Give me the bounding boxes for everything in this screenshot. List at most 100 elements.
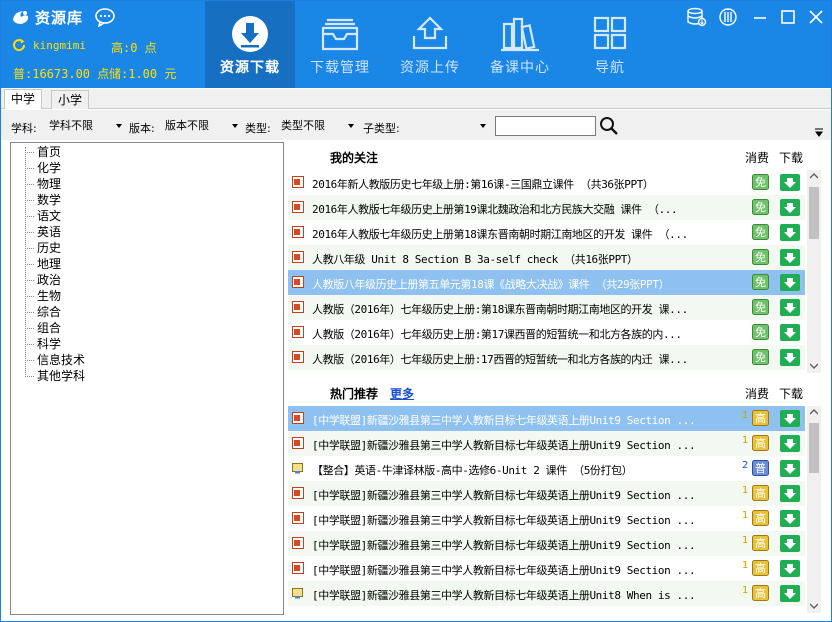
list-item[interactable]: 【整合】英语-牛津译林版-高中-选修6-Unit 2 课件 （5份打包） 2 普 <box>288 456 805 481</box>
hot-scrollbar[interactable] <box>807 406 821 613</box>
tab-navigation[interactable]: 导航 <box>565 1 655 88</box>
list-item[interactable]: 人教八年级 Unit 8 Section B 3a-self check （共1… <box>288 245 805 270</box>
svg-text:免: 免 <box>755 275 766 289</box>
resource-title[interactable]: 人教八年级 Unit 8 Section B 3a-self check （共1… <box>312 251 740 267</box>
tree-item[interactable]: 科学 <box>25 336 61 352</box>
download-button[interactable] <box>780 324 800 341</box>
version-select[interactable]: 版本不限 <box>161 116 241 136</box>
resource-title[interactable]: [中学联盟]新疆沙雅县第三中学人教新目标七年级英语上册Unit9 Section… <box>312 412 740 428</box>
refresh-icon[interactable] <box>11 37 27 53</box>
tab-resource-upload[interactable]: 资源上传 <box>385 1 475 88</box>
follow-panel-title: 我的关注 <box>330 151 379 165</box>
minimize-icon[interactable] <box>749 6 771 28</box>
tab-download-manage[interactable]: 下载管理 <box>295 1 385 88</box>
follow-scrollbar[interactable] <box>807 170 821 373</box>
list-item[interactable]: 人教版八年级历史上册第五单元第18课《战略大决战》课件 （共29张PPT） 免 <box>288 270 805 295</box>
download-button[interactable] <box>780 349 800 366</box>
tree-item[interactable]: 语文 <box>25 208 61 224</box>
download-button[interactable] <box>780 410 800 427</box>
resource-title[interactable]: 2016年新人教版历史七年级上册:第16课-三国鼎立课件 （共36张PPT） <box>312 176 740 192</box>
resource-title[interactable]: [中学联盟]新疆沙雅县第三中学人教新目标七年级英语上册Unit9 Section… <box>312 537 740 553</box>
tab-middle-school[interactable]: 中学 <box>4 89 43 109</box>
resource-title[interactable]: [中学联盟]新疆沙雅县第三中学人教新目标七年级英语上册Unit9 Section… <box>312 512 740 528</box>
tab-lesson-center[interactable]: 备课中心 <box>475 1 565 88</box>
list-item[interactable]: 人教版（2016年）七年级历史上册:第18课东晋南朝时期江南地区的开发 课...… <box>288 295 805 320</box>
close-icon[interactable] <box>805 6 827 28</box>
tree-item[interactable]: 综合 <box>25 304 61 320</box>
list-item[interactable]: [中学联盟]新疆沙雅县第三中学人教新目标七年级英语上册Unit9 Section… <box>288 481 805 506</box>
resource-title[interactable]: 人教版八年级历史上册第五单元第18课《战略大决战》课件 （共29张PPT） <box>312 276 740 292</box>
tree-item[interactable]: 首页 <box>25 144 61 160</box>
download-button[interactable] <box>780 224 800 241</box>
resource-title[interactable]: 2016年人教版七年级历史上册第19课北魏政治和北方民族大交融 课件 （... <box>312 201 740 217</box>
list-item[interactable]: 2016年人教版七年级历史上册第19课北魏政治和北方民族大交融 课件 （... 免 <box>288 195 805 220</box>
download-button[interactable] <box>780 560 800 577</box>
resource-title[interactable]: 人教版（2016年）七年级历史上册:第18课东晋南朝时期江南地区的开发 课... <box>312 301 740 317</box>
database-icon[interactable] <box>685 6 707 28</box>
chevron-down-icon <box>480 124 486 128</box>
tree-item[interactable]: 信息技术 <box>25 352 85 368</box>
ppt-file-icon <box>292 176 304 188</box>
chat-icon[interactable] <box>94 7 116 27</box>
resource-title[interactable]: [中学联盟]新疆沙雅县第三中学人教新目标七年级英语上册Unit8 When is… <box>312 587 740 603</box>
scroll-up-icon[interactable] <box>810 172 818 180</box>
more-filter-icon[interactable] <box>815 128 823 138</box>
ppt-file-icon <box>292 276 304 288</box>
scroll-thumb[interactable] <box>809 423 819 473</box>
tree-item[interactable]: 政治 <box>25 272 61 288</box>
download-button[interactable] <box>780 585 800 602</box>
list-item[interactable]: [中学联盟]新疆沙雅县第三中学人教新目标七年级英语上册Unit9 Section… <box>288 431 805 456</box>
scroll-up-icon[interactable] <box>810 408 818 416</box>
list-item[interactable]: [中学联盟]新疆沙雅县第三中学人教新目标七年级英语上册Unit9 Section… <box>288 531 805 556</box>
resource-title[interactable]: 2016年人教版七年级历史上册第18课东晋南朝时期江南地区的开发 课件 （... <box>312 226 740 242</box>
tab-resource-download[interactable]: 资源下载 <box>205 1 295 88</box>
download-button[interactable] <box>780 510 800 527</box>
list-item[interactable]: [中学联盟]新疆沙雅县第三中学人教新目标七年级英语上册Unit9 Section… <box>288 406 805 431</box>
search-input[interactable] <box>495 116 596 136</box>
high-badge: 高 <box>752 435 769 451</box>
tree-item[interactable]: 物理 <box>25 176 61 192</box>
download-button[interactable] <box>780 299 800 316</box>
list-item[interactable]: 人教版（2016年）七年级历史上册:第17课西晋的短暂统一和北方各族的内... 免 <box>288 320 805 345</box>
download-button[interactable] <box>780 274 800 291</box>
resource-title[interactable]: [中学联盟]新疆沙雅县第三中学人教新目标七年级英语上册Unit9 Section… <box>312 487 740 503</box>
tree-item[interactable]: 英语 <box>25 224 61 240</box>
list-item[interactable]: [中学联盟]新疆沙雅县第三中学人教新目标七年级英语上册Unit8 When is… <box>288 581 805 606</box>
scroll-down-icon[interactable] <box>810 362 818 370</box>
maximize-icon[interactable] <box>777 6 799 28</box>
download-button[interactable] <box>780 485 800 502</box>
skin-icon[interactable] <box>717 6 739 28</box>
scroll-thumb[interactable] <box>809 187 819 239</box>
download-button[interactable] <box>780 174 800 191</box>
list-item[interactable]: [中学联盟]新疆沙雅县第三中学人教新目标七年级英语上册Unit9 Section… <box>288 556 805 581</box>
list-item[interactable]: 2016年新人教版历史七年级上册:第16课-三国鼎立课件 （共36张PPT） 免 <box>288 170 805 195</box>
more-link[interactable]: 更多 <box>390 385 414 402</box>
resource-title[interactable]: [中学联盟]新疆沙雅县第三中学人教新目标七年级英语上册Unit9 Section… <box>312 437 740 453</box>
download-button[interactable] <box>780 460 800 477</box>
subtype-select[interactable] <box>405 116 489 136</box>
resource-title[interactable]: 【整合】英语-牛津译林版-高中-选修6-Unit 2 课件 （5份打包） <box>312 462 740 478</box>
tree-item[interactable]: 其他学科 <box>25 368 85 384</box>
tab-primary-school[interactable]: 小学 <box>51 90 90 109</box>
version-select-value: 版本不限 <box>165 119 209 132</box>
list-item[interactable]: 2016年人教版七年级历史上册第18课东晋南朝时期江南地区的开发 课件 （...… <box>288 220 805 245</box>
type-select[interactable]: 类型不限 <box>277 116 357 136</box>
download-button[interactable] <box>780 249 800 266</box>
download-button[interactable] <box>780 199 800 216</box>
resource-title[interactable]: [中学联盟]新疆沙雅县第三中学人教新目标七年级英语上册Unit9 Section… <box>312 562 740 578</box>
list-item[interactable]: [中学联盟]新疆沙雅县第三中学人教新目标七年级英语上册Unit9 Section… <box>288 506 805 531</box>
subject-select[interactable]: 学科不限 <box>45 116 125 136</box>
tree-item[interactable]: 地理 <box>25 256 61 272</box>
download-button[interactable] <box>780 535 800 552</box>
resource-title[interactable]: 人教版（2016年）七年级历史上册:17西晋的短暂统一和北方各族的内迁 课... <box>312 351 740 367</box>
list-item[interactable]: 人教版（2016年）七年级历史上册:17西晋的短暂统一和北方各族的内迁 课...… <box>288 345 805 370</box>
tree-item[interactable]: 历史 <box>25 240 61 256</box>
tree-item[interactable]: 数学 <box>25 192 61 208</box>
tree-item[interactable]: 组合 <box>25 320 61 336</box>
scroll-down-icon[interactable] <box>810 602 818 610</box>
search-icon[interactable] <box>599 115 619 137</box>
download-button[interactable] <box>780 435 800 452</box>
tree-item[interactable]: 化学 <box>25 160 61 176</box>
tree-item[interactable]: 生物 <box>25 288 61 304</box>
resource-title[interactable]: 人教版（2016年）七年级历史上册:第17课西晋的短暂统一和北方各族的内... <box>312 326 740 342</box>
